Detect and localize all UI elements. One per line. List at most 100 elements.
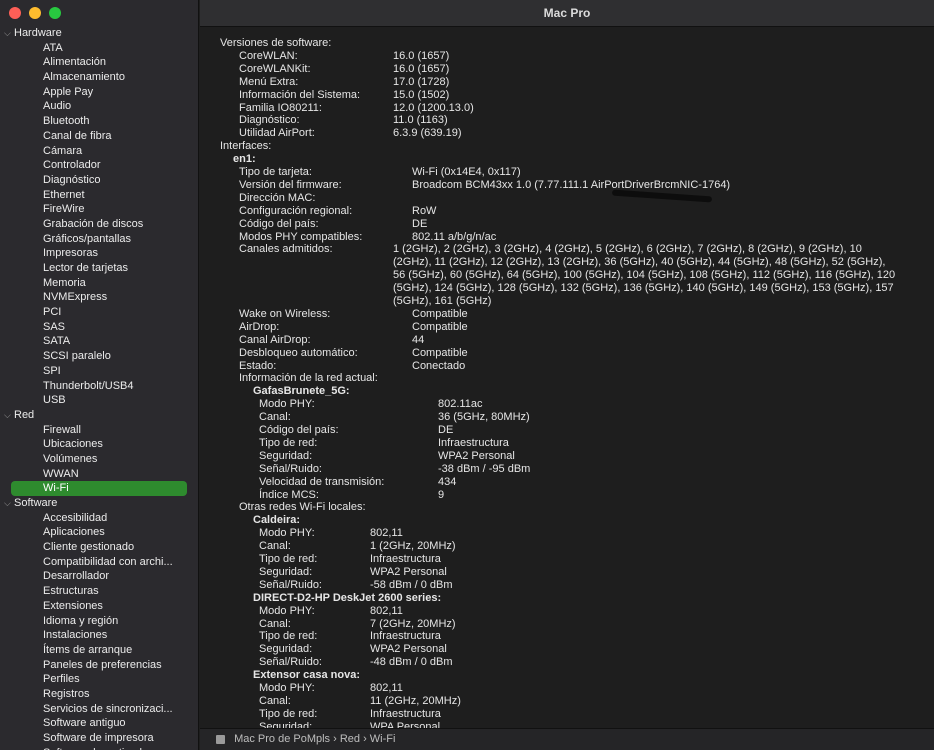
sidebar-item[interactable]: Paneles de preferencias: [0, 658, 190, 673]
sidebar-item[interactable]: Almacenamiento: [0, 70, 190, 85]
sidebar-item[interactable]: Diagnóstico: [0, 173, 190, 188]
path-segment[interactable]: Mac Pro de PoMpls: [234, 733, 330, 745]
close-button[interactable]: [9, 7, 21, 19]
field-value: 434: [438, 475, 457, 488]
sidebar-item[interactable]: Software de impresora: [0, 731, 190, 746]
path-separator: ›: [360, 733, 370, 745]
field-label: Diagnóstico:: [239, 114, 300, 127]
field-label: Canal:: [259, 411, 291, 424]
field-value: 6.3.9 (639.19): [393, 127, 462, 140]
field-label: Señal/Ruido:: [259, 578, 322, 591]
sidebar-item[interactable]: Desarrollador: [0, 569, 190, 584]
sidebar-item[interactable]: WWAN: [0, 467, 190, 482]
sidebar-item[interactable]: Software desactivado: [0, 746, 190, 750]
sidebar-item[interactable]: Firewall: [0, 423, 190, 438]
sidebar-item[interactable]: Controlador: [0, 158, 190, 173]
section-header: Versiones de software:: [220, 37, 332, 49]
zoom-button[interactable]: [49, 7, 61, 19]
field-value: Infraestructura: [370, 553, 441, 565]
field-label: Información del Sistema:: [239, 88, 361, 101]
sidebar-item[interactable]: NVMExpress: [0, 290, 190, 305]
sidebar-item[interactable]: Software antiguo: [0, 716, 190, 731]
sidebar-item[interactable]: Volúmenes: [0, 452, 190, 467]
sidebar-item[interactable]: Canal de fibra: [0, 129, 190, 144]
chevron-down-icon[interactable]: ⌵: [4, 496, 11, 511]
sidebar-item[interactable]: Accesibilidad: [0, 511, 190, 526]
path-segment[interactable]: Wi-Fi: [370, 733, 396, 745]
field-label: Señal/Ruido:: [259, 462, 322, 475]
field-label: Modo PHY:: [259, 604, 315, 617]
chevron-down-icon[interactable]: ⌵: [4, 408, 11, 423]
field-label: Modo PHY:: [259, 527, 315, 540]
computer-icon: [216, 734, 225, 744]
field-value: (2GHz), 11 (2GHz), 12 (2GHz), 13 (2GHz),…: [393, 256, 886, 269]
sidebar-item[interactable]: Gráficos/pantallas: [0, 232, 190, 247]
sidebar-item[interactable]: Ethernet: [0, 188, 190, 203]
field-label: Tipo de red:: [259, 553, 318, 565]
network-name: GafasBrunete_5G:: [253, 385, 350, 398]
sidebar-item[interactable]: Extensiones: [0, 599, 190, 614]
field-value: 802.11 a/b/g/n/ac: [412, 230, 497, 243]
sidebar-item[interactable]: ATA: [0, 41, 190, 56]
sidebar-item[interactable]: Ubicaciones: [0, 437, 190, 452]
sidebar-item[interactable]: Wi-Fi: [11, 481, 187, 496]
sidebar-item[interactable]: Impresoras: [0, 246, 190, 261]
sidebar-item[interactable]: Instalaciones: [0, 628, 190, 643]
field-label: Modo PHY:: [259, 682, 315, 694]
sidebar-item[interactable]: Servicios de sincronizaci...: [0, 702, 190, 717]
sidebar-group-hardware[interactable]: ⌵ Hardware: [0, 26, 198, 41]
field-label: Wake on Wireless:: [239, 307, 331, 320]
sidebar-item[interactable]: FireWire: [0, 202, 190, 217]
field-value: Infraestructura: [438, 436, 509, 449]
path-segment[interactable]: Red: [340, 733, 360, 745]
field-value: 16.0 (1657): [393, 49, 450, 62]
field-label: Canal:: [259, 694, 291, 707]
field-label: Canal AirDrop:: [239, 333, 311, 346]
sidebar-group-software[interactable]: ⌵ Software: [0, 496, 198, 511]
sidebar-item[interactable]: Thunderbolt/USB4: [0, 379, 190, 394]
sidebar-item[interactable]: SATA: [0, 334, 190, 349]
sidebar-item[interactable]: Aplicaciones: [0, 525, 190, 540]
sidebar-item[interactable]: Estructuras: [0, 584, 190, 599]
sidebar-item[interactable]: USB: [0, 393, 190, 408]
field-value: Conectado: [412, 359, 466, 372]
field-value: 802,11: [370, 527, 403, 540]
sidebar-item[interactable]: Perfiles: [0, 672, 190, 687]
sidebar-item[interactable]: PCI: [0, 305, 190, 320]
sidebar-item[interactable]: Ítems de arranque: [0, 643, 190, 658]
field-label: AirDrop:: [239, 320, 280, 333]
field-value: 36 (5GHz, 80MHz): [438, 411, 530, 424]
sidebar-item[interactable]: Cámara: [0, 144, 190, 159]
field-value: Infraestructura: [370, 707, 441, 720]
sidebar-item[interactable]: Memoria: [0, 276, 190, 291]
sidebar-item[interactable]: Registros: [0, 687, 190, 702]
sidebar-group-label: Hardware: [14, 27, 62, 39]
field-value: 11.0 (1163): [393, 114, 448, 127]
sidebar-item[interactable]: SCSI paralelo: [0, 349, 190, 364]
sidebar-group-red[interactable]: ⌵ Red: [0, 408, 198, 423]
sidebar-item[interactable]: Audio: [0, 99, 190, 114]
field-value: 1 (2GHz, 20MHz): [370, 540, 456, 553]
sidebar-item[interactable]: Apple Pay: [0, 85, 190, 100]
field-value: Compatible: [412, 307, 468, 320]
field-label: Canal:: [259, 617, 291, 630]
sidebar-item[interactable]: Compatibilidad con archi...: [0, 555, 190, 570]
chevron-down-icon[interactable]: ⌵: [4, 26, 11, 41]
field-value: 802,11: [370, 682, 403, 694]
field-label: CoreWLAN:: [239, 49, 298, 62]
sidebar-item[interactable]: SPI: [0, 364, 190, 379]
field-value: Compatible: [412, 320, 468, 333]
path-separator: ›: [330, 733, 340, 745]
field-value: -48 dBm / 0 dBm: [370, 656, 453, 669]
sidebar-item[interactable]: Alimentación: [0, 55, 190, 70]
sidebar-item[interactable]: Idioma y región: [0, 614, 190, 629]
detail-pane: Versiones de software: CoreWLAN: 16.0 (165…: [200, 27, 934, 729]
sidebar-item[interactable]: Cliente gestionado: [0, 540, 190, 555]
sidebar-item[interactable]: Bluetooth: [0, 114, 190, 129]
sidebar-item[interactable]: Grabación de discos: [0, 217, 190, 232]
sidebar-item[interactable]: SAS: [0, 320, 190, 335]
minimize-button[interactable]: [29, 7, 41, 19]
field-label: Señal/Ruido:: [259, 656, 322, 669]
field-value: RoW: [412, 204, 437, 217]
sidebar-item[interactable]: Lector de tarjetas: [0, 261, 190, 276]
